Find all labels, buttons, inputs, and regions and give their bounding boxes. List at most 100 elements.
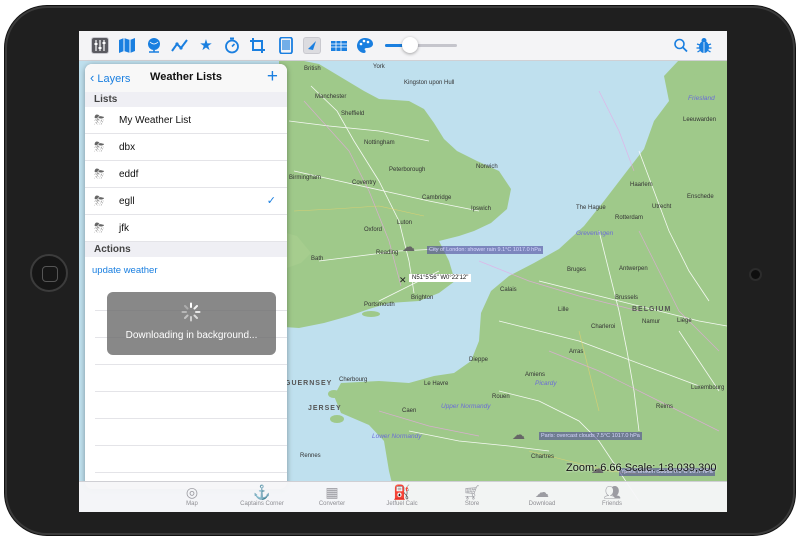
- camera: [751, 270, 760, 279]
- storm-cloud-icon: ⛈: [94, 139, 105, 154]
- list-item-label: egll: [119, 196, 135, 207]
- tab-label: Store: [464, 501, 480, 507]
- opacity-slider[interactable]: [385, 37, 457, 53]
- map-label: Enschede: [687, 194, 714, 200]
- crosshair-icon: ✕: [399, 275, 407, 285]
- layers-icon[interactable]: [330, 37, 348, 54]
- list-item[interactable]: ⛈ dbx: [85, 134, 287, 161]
- list-item[interactable]: ⛈ eddf: [85, 161, 287, 188]
- map-label: York: [373, 64, 385, 70]
- map-label: Oxford: [364, 227, 383, 233]
- tablet-icon[interactable]: [277, 36, 295, 55]
- map-region: GUERNSEY: [285, 380, 333, 387]
- map-label: Kingston upon Hull: [404, 80, 455, 86]
- map-label: Charleroi: [591, 324, 616, 330]
- list-item[interactable]: ⛈ jfk: [85, 215, 287, 242]
- storm-cloud-icon: ⛈: [94, 220, 105, 235]
- globe-icon[interactable]: [145, 37, 163, 54]
- checkmark-icon: ✓: [266, 195, 276, 207]
- map-label: Cherbourg: [339, 377, 368, 383]
- map-label: Rotterdam: [615, 215, 644, 221]
- sliders-icon[interactable]: [91, 37, 109, 54]
- map-label: Bruges: [567, 267, 587, 273]
- map-label: Brussels: [615, 295, 639, 301]
- tab-converter[interactable]: ▦ Converter: [297, 482, 367, 512]
- map-region: JERSEY: [308, 405, 342, 412]
- map-label: Norwich: [476, 164, 498, 170]
- list-item[interactable]: ⛈ My Weather List: [85, 107, 287, 134]
- tab-friends[interactable]: 👥︎ Friends: [577, 482, 647, 512]
- calculator-icon: ▦: [325, 484, 339, 500]
- map-region: Friesland: [688, 95, 715, 102]
- weather-label-london[interactable]: City of London: shower rain 9.1°C 1017.0…: [427, 246, 543, 254]
- coordinates-readout: N51°5'56" W0°22'12": [409, 274, 472, 282]
- map-label: Sheffield: [341, 111, 365, 117]
- divider: [95, 472, 287, 473]
- fuel-icon: ⛽: [393, 484, 411, 500]
- map-region: Upper Normandy: [441, 403, 491, 410]
- home-button[interactable]: [30, 254, 68, 292]
- map-label: Luton: [397, 220, 413, 226]
- map-label: Amiens: [525, 372, 546, 378]
- map-region: BELGIUM: [632, 306, 672, 313]
- map-region: Lower Normandy: [372, 433, 422, 440]
- map-label: Leeuwarden: [683, 117, 717, 123]
- divider: [95, 418, 287, 419]
- bottom-tab-bar: ◎ Map ⚓ Captains Corner ▦ Converter ⛽ Je…: [79, 481, 727, 512]
- friends-icon: 👥︎: [603, 484, 621, 500]
- tab-jetfuel-calc[interactable]: ⛽ Jetfuel Calc: [367, 482, 437, 512]
- list-item-label: My Weather List: [119, 115, 192, 126]
- crop-icon[interactable]: [249, 37, 267, 54]
- map-label: Utrecht: [652, 204, 672, 210]
- weather-label-paris[interactable]: Paris: overcast clouds 7.5°C 1017.0 hPa: [539, 432, 642, 440]
- top-toolbar: ★: [79, 31, 727, 61]
- update-weather-button[interactable]: update weather: [92, 265, 158, 276]
- add-list-button[interactable]: +: [267, 66, 278, 88]
- map-label: Bath: [311, 256, 324, 262]
- lists-header: Lists: [85, 92, 287, 107]
- spinner-icon: [181, 302, 201, 322]
- map-region: Greveningen: [576, 230, 614, 237]
- route-icon[interactable]: [171, 37, 189, 54]
- tab-label: Friends: [601, 501, 622, 507]
- storm-cloud-icon: ⛈: [94, 112, 105, 127]
- weather-cloud-icon[interactable]: ☁: [512, 427, 525, 443]
- tab-label: Download: [528, 501, 556, 507]
- cart-icon: 🛒︎: [463, 484, 481, 500]
- map-label: Luxembourg: [691, 385, 725, 391]
- star-icon[interactable]: ★: [197, 37, 215, 54]
- navigation-icon[interactable]: [303, 37, 321, 54]
- tab-store[interactable]: 🛒︎ Store: [437, 482, 507, 512]
- tab-label: Map: [186, 501, 198, 507]
- weather-cloud-icon[interactable]: ☁: [402, 239, 415, 255]
- panel-nav-bar: ‹ Layers Weather Lists +: [85, 64, 287, 93]
- hud-message: Downloading in background...: [125, 330, 258, 341]
- map-label: Rennes: [300, 453, 321, 459]
- tab-captains-corner[interactable]: ⚓ Captains Corner: [227, 482, 297, 512]
- map-label: Calais: [500, 287, 517, 293]
- tab-download[interactable]: ☁ Download: [507, 482, 577, 512]
- map-label: Dieppe: [469, 357, 489, 363]
- bug-icon[interactable]: [695, 37, 713, 54]
- list-item-label: jfk: [119, 223, 129, 234]
- map-label: Nottingham: [364, 140, 395, 146]
- search-icon[interactable]: [672, 37, 690, 54]
- cloud-download-icon: ☁: [535, 484, 549, 500]
- storm-cloud-icon: ⛈: [94, 193, 105, 208]
- stopwatch-icon[interactable]: [223, 37, 241, 54]
- map-label: Reading: [376, 250, 399, 256]
- map-label: Le Havre: [424, 381, 449, 387]
- map-label: Antwerpen: [619, 266, 648, 272]
- map-label: Rouen: [492, 394, 510, 400]
- map-icon[interactable]: [118, 37, 136, 54]
- tab-label: Jetfuel Calc: [386, 501, 418, 507]
- weather-lists-panel: ‹ Layers Weather Lists + Lists ⛈ My Weat…: [85, 64, 287, 489]
- divider: [95, 364, 287, 365]
- slider-knob[interactable]: [402, 37, 419, 53]
- map-label: Namur: [642, 319, 661, 325]
- panel-title: Weather Lists: [150, 71, 222, 83]
- map-label: Brighton: [411, 295, 434, 301]
- list-item[interactable]: ⛈ egll ✓: [85, 188, 287, 215]
- tab-map[interactable]: ◎ Map: [157, 482, 227, 512]
- palette-icon[interactable]: [356, 37, 374, 54]
